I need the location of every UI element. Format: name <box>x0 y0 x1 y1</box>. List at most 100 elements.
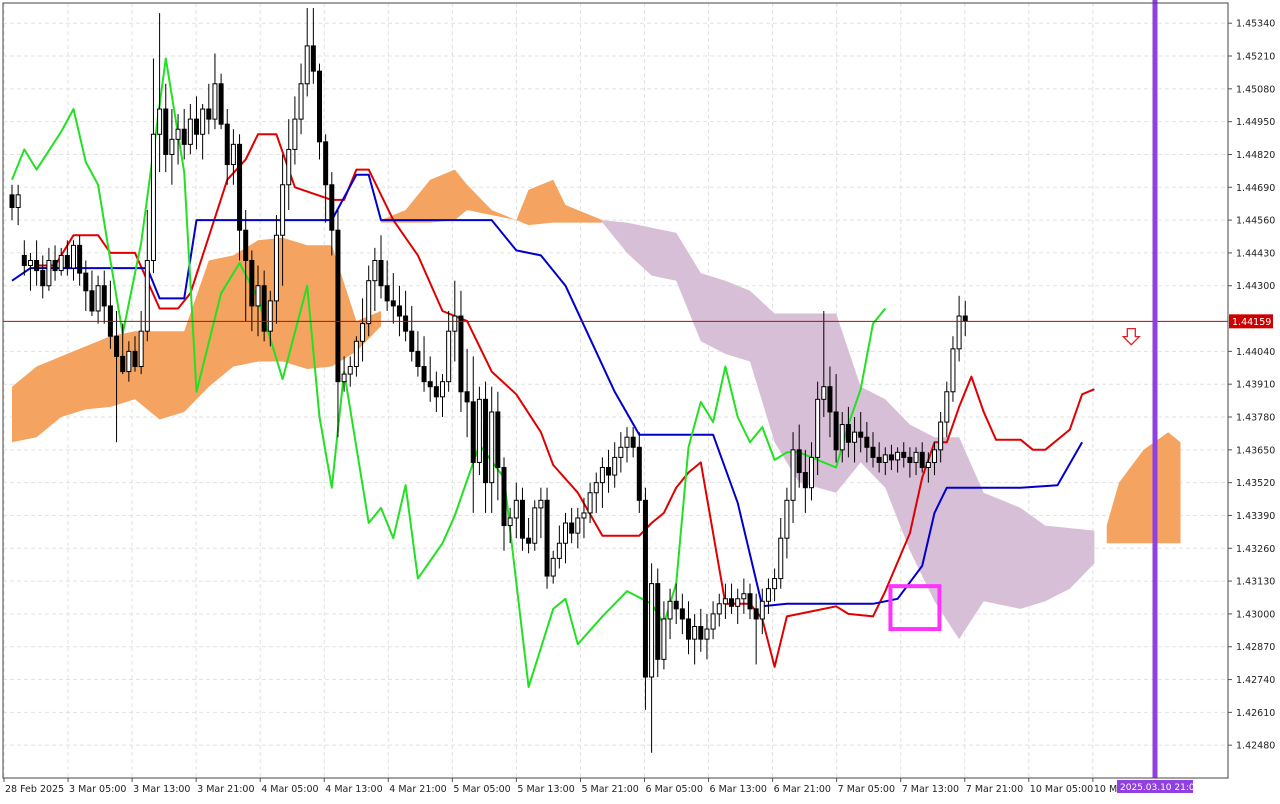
candle-body <box>298 83 304 120</box>
candle-body <box>114 335 120 357</box>
x-tick-label: 3 Mar 05:00 <box>69 784 126 795</box>
candle-body <box>790 449 796 501</box>
candle-body <box>175 128 181 140</box>
candle-body <box>735 598 741 607</box>
candle-body <box>704 628 710 640</box>
candle-body <box>673 600 679 610</box>
candle-body <box>243 229 249 261</box>
candle-body <box>519 499 525 539</box>
candle-body <box>21 254 27 267</box>
candle-body <box>390 300 396 307</box>
y-tick-label: 1.43520 <box>1236 478 1275 489</box>
candle-body <box>378 259 384 287</box>
y-tick-label: 1.43390 <box>1236 511 1275 522</box>
candle-body <box>925 461 931 468</box>
candle-body <box>802 472 808 489</box>
x-tick-label: 4 Mar 21:00 <box>389 784 446 795</box>
candle-body <box>827 386 833 413</box>
x-tick-label: 3 Mar 13:00 <box>133 784 190 795</box>
y-tick-label: 1.42610 <box>1236 708 1275 719</box>
candle-body <box>710 613 716 630</box>
candle-body <box>470 401 476 463</box>
x-tick-label: 6 Mar 21:00 <box>774 784 831 795</box>
candle-body <box>360 323 366 342</box>
candle-body <box>679 608 685 620</box>
candle-body <box>741 593 747 600</box>
candle-body <box>212 83 218 120</box>
y-tick-label: 1.45340 <box>1236 19 1275 30</box>
candle-body <box>630 436 636 448</box>
candle-body <box>716 603 722 615</box>
candle-body <box>698 626 704 640</box>
candle-body <box>181 128 187 145</box>
candle-body <box>747 593 753 610</box>
candle-body <box>852 431 858 443</box>
y-tick-label: 1.45080 <box>1236 84 1275 95</box>
chart-root: 1.45340 1.45210 1.45080 1.44950 1.44820 1.446… <box>0 0 1280 800</box>
candle-body <box>587 492 593 514</box>
y-tick-label: 1.42870 <box>1236 642 1275 653</box>
y-tick-label: 1.44430 <box>1236 248 1275 259</box>
candle-body <box>169 138 175 155</box>
candle-body <box>876 456 882 463</box>
candle-body <box>347 366 353 375</box>
candle-body <box>532 507 538 544</box>
candle-body <box>230 143 236 166</box>
candle-body <box>396 305 402 317</box>
y-tick-label: 1.44690 <box>1236 183 1275 194</box>
candle-body <box>206 108 212 120</box>
candle-body <box>938 421 944 451</box>
candle-body <box>317 70 322 143</box>
y-tick-label: 1.45210 <box>1236 52 1275 63</box>
candle-body <box>440 381 445 398</box>
candle-body <box>71 244 76 269</box>
candle-body <box>722 598 728 605</box>
candle-body <box>341 373 347 383</box>
candle-body <box>550 557 556 577</box>
candle-body <box>759 600 765 620</box>
x-tick-label: 4 Mar 05:00 <box>261 784 318 795</box>
time-marker-label: 2025.03.10 21:00 <box>1120 783 1201 793</box>
y-tick-label: 1.43000 <box>1236 609 1275 620</box>
candle-body <box>292 118 298 150</box>
candle-body <box>483 398 489 484</box>
candle-body <box>489 411 495 484</box>
candle-body <box>64 254 70 269</box>
candle-body <box>513 499 519 519</box>
candle-body <box>932 449 937 463</box>
y-tick-label: 1.43910 <box>1236 380 1275 391</box>
candle-body <box>476 398 482 463</box>
candle-body <box>77 244 83 274</box>
x-tick-label: 6 Mar 13:00 <box>710 784 767 795</box>
y-tick-label: 1.43780 <box>1236 413 1275 424</box>
candle-body <box>83 272 89 292</box>
candle-body <box>495 411 501 468</box>
candle-body <box>224 123 230 166</box>
candle-body <box>34 259 40 272</box>
y-tick-label: 1.42740 <box>1236 675 1275 686</box>
candle-body <box>962 315 968 322</box>
candle-body <box>919 451 925 468</box>
candle-body <box>27 259 33 267</box>
x-tick-label: 7 Mar 21:00 <box>966 784 1023 795</box>
candle-body <box>120 355 126 373</box>
x-tick-label: 10 Mar 05:00 <box>1030 784 1093 795</box>
candle-body <box>458 315 464 393</box>
candle-body <box>655 583 661 660</box>
candle-body <box>796 449 802 474</box>
candle-body <box>353 340 359 368</box>
candle-body <box>409 330 415 352</box>
y-tick-label: 1.44560 <box>1236 216 1275 227</box>
candle-body <box>612 456 618 476</box>
candle-body <box>261 285 267 332</box>
candle-body <box>563 522 568 544</box>
y-tick-label: 1.44950 <box>1236 117 1275 128</box>
candle-body <box>888 454 894 461</box>
sell-arrow-icon <box>1121 328 1141 346</box>
candle-body <box>606 466 612 476</box>
candle-body <box>372 259 378 282</box>
candle-body <box>323 141 329 186</box>
candle-body <box>575 517 581 534</box>
candle-body <box>950 348 956 393</box>
candle-body <box>858 431 864 438</box>
